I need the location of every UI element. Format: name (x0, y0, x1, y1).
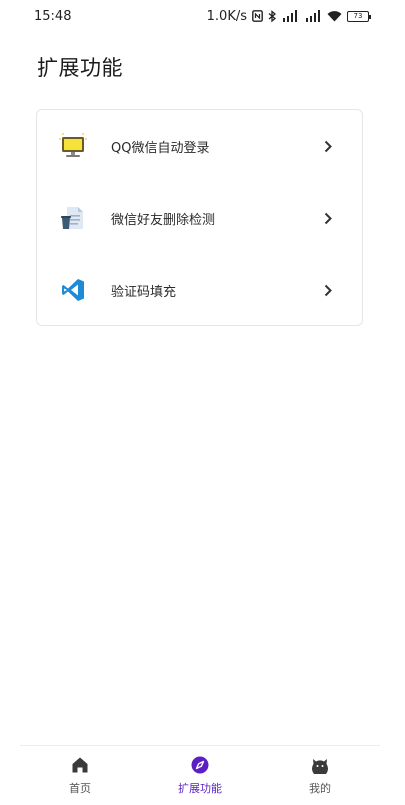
feature-label: QQ微信自动登录 (111, 140, 210, 156)
battery-icon: 73 (347, 10, 371, 22)
signal-icon (281, 10, 299, 22)
page-title: 扩展功能 (37, 56, 123, 80)
chevron-right-icon (322, 283, 334, 297)
wifi-icon (327, 10, 342, 22)
bottom-navigation: 首页 扩展功能 我的 (20, 745, 380, 805)
feature-list-card: QQ微信自动登录 微信好友删除检测 验证码填充 (36, 109, 363, 326)
nav-label: 首页 (69, 782, 91, 795)
status-time: 15:48 (34, 8, 72, 24)
nav-item-mine[interactable]: 我的 (260, 746, 380, 805)
battery-level: 73 (353, 12, 363, 20)
home-icon (71, 756, 89, 777)
status-icons: 1.0K/s 73 (206, 8, 371, 24)
feature-item-wechat-friend-delete-detect[interactable]: 微信好友删除检测 (37, 182, 362, 254)
nav-item-home[interactable]: 首页 (20, 746, 140, 805)
status-bar: 15:48 1.0K/s 73 (0, 0, 405, 32)
vscode-icon (58, 275, 88, 305)
bluetooth-icon (268, 9, 276, 23)
computer-monitor-icon (58, 131, 88, 161)
feature-item-captcha-fill[interactable]: 验证码填充 (37, 254, 362, 326)
network-speed: 1.0K/s (206, 8, 247, 24)
feature-label: 验证码填充 (111, 284, 177, 300)
cat-face-icon (310, 756, 330, 777)
nav-item-extensions[interactable]: 扩展功能 (140, 746, 260, 805)
document-trash-icon (58, 203, 88, 233)
compass-icon (191, 756, 209, 777)
signal-icon (304, 10, 322, 22)
feature-item-qq-wechat-auto-login[interactable]: QQ微信自动登录 (37, 110, 362, 182)
nfc-icon (252, 10, 263, 22)
feature-label: 微信好友删除检测 (111, 212, 216, 228)
nav-label: 扩展功能 (178, 782, 222, 795)
nav-label: 我的 (309, 782, 331, 795)
chevron-right-icon (322, 139, 334, 153)
chevron-right-icon (322, 211, 334, 225)
